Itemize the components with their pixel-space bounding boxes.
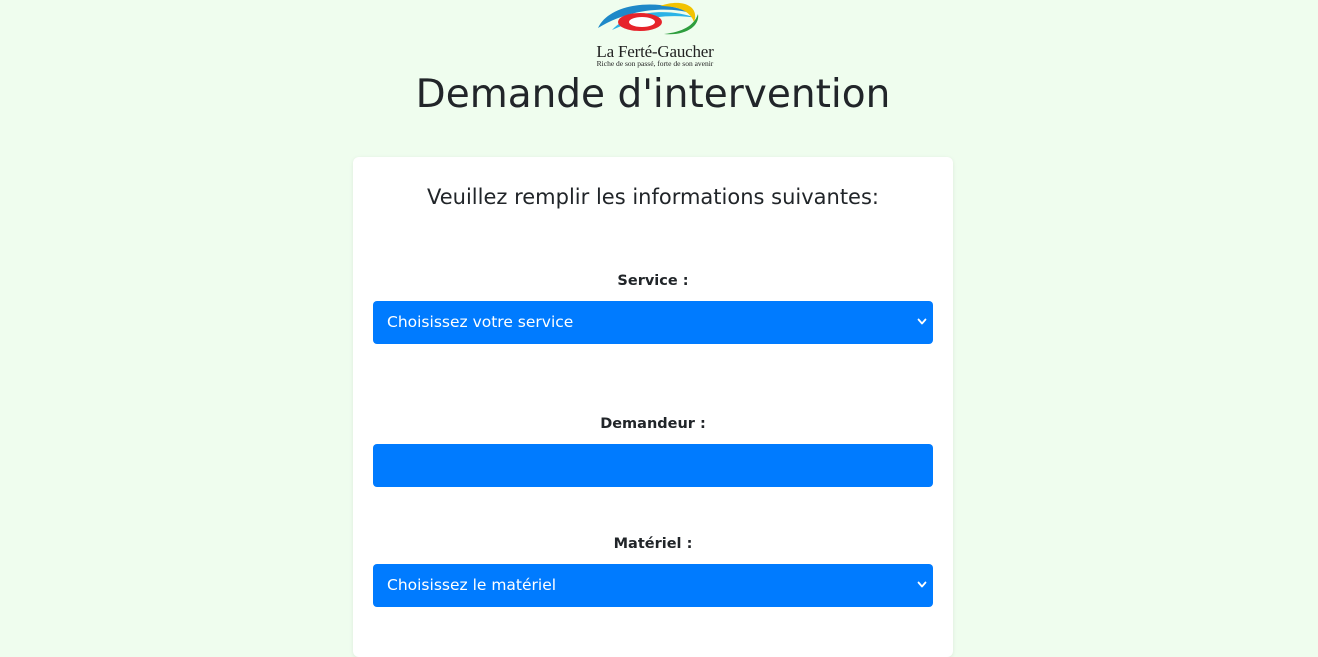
demandeur-label: Demandeur : [600, 416, 706, 432]
materiel-select[interactable]: Choisissez le matériel [373, 564, 933, 607]
materiel-label: Matériel : [613, 536, 693, 552]
city-logo: La Ferté-Gaucher Riche de son passé, for… [590, 0, 720, 70]
logo-tagline: Riche de son passé, forte de son avenir [596, 59, 714, 68]
chevron-down-icon [915, 301, 929, 344]
demandeur-field[interactable] [373, 444, 933, 488]
chevron-down-icon [915, 564, 929, 607]
form-card: Veuillez remplir les informations suivan… [353, 157, 953, 657]
service-select-value: Choisissez votre service [387, 313, 574, 331]
demandeur-input[interactable] [387, 444, 933, 488]
logo-emblem-icon [598, 2, 699, 35]
materiel-select-value: Choisissez le matériel [387, 576, 557, 594]
service-label: Service : [617, 273, 689, 289]
service-select[interactable]: Choisissez votre service [373, 301, 933, 344]
page-title: Demande d'intervention [415, 72, 891, 117]
form-subtitle: Veuillez remplir les informations suivan… [427, 185, 879, 209]
